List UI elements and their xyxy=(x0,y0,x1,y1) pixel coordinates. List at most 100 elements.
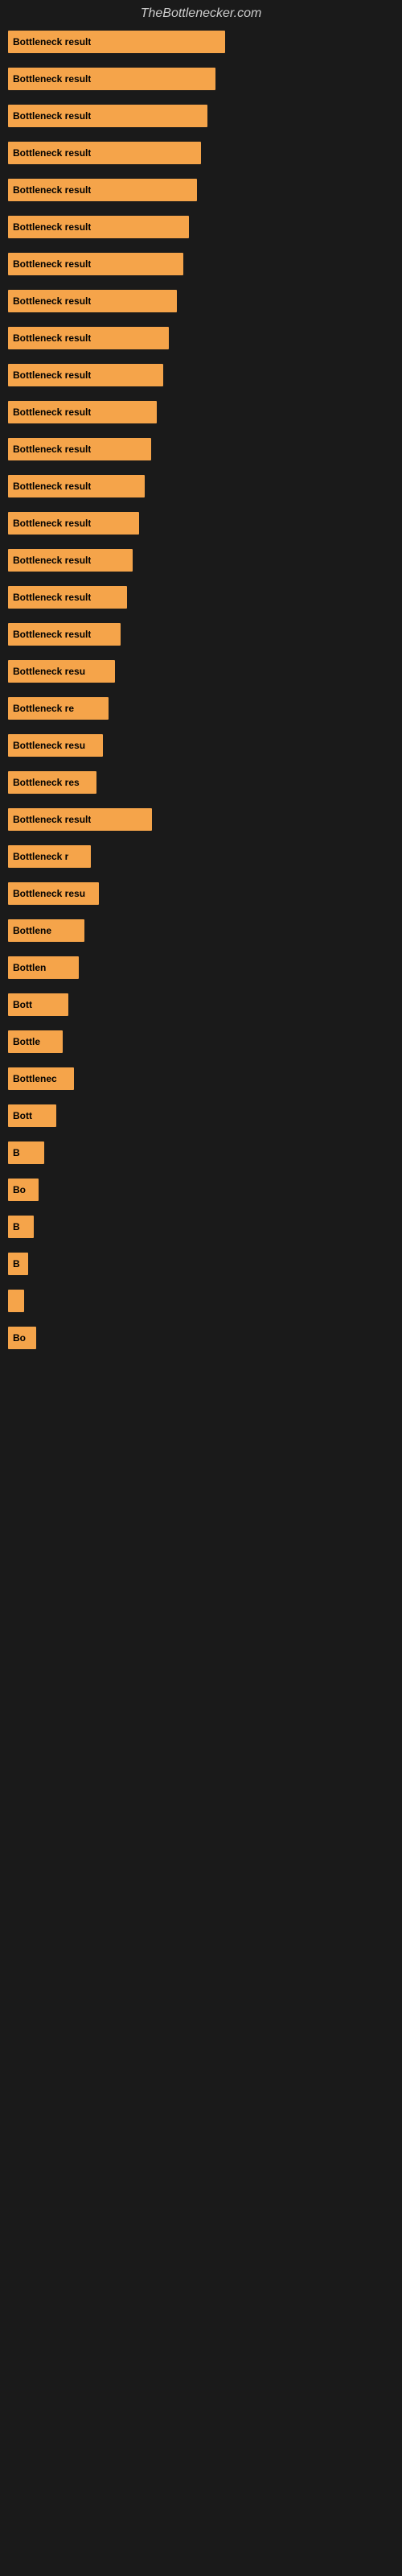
bar-item: Bottleneck r xyxy=(8,845,91,868)
bar-label: Bottleneck re xyxy=(13,703,74,714)
bar-item: Bott xyxy=(8,1104,56,1127)
bar-item xyxy=(8,1290,24,1312)
bar-row: Bott xyxy=(8,1104,394,1127)
bar-row: Bottleneck result xyxy=(8,401,394,423)
bar-label: Bottleneck res xyxy=(13,777,80,788)
bar-row: Bottleneck resu xyxy=(8,734,394,757)
bar-item: Bottleneck result xyxy=(8,364,163,386)
bar-item: Bottleneck result xyxy=(8,623,121,646)
bar-label: Bottleneck result xyxy=(13,147,91,159)
bar-item: Bo xyxy=(8,1179,39,1201)
bar-row: B xyxy=(8,1253,394,1275)
bar-row: Bottlenec xyxy=(8,1067,394,1090)
bar-row: Bottleneck resu xyxy=(8,660,394,683)
bar-item: Bottleneck result xyxy=(8,401,157,423)
bar-item: Bottlene xyxy=(8,919,84,942)
bar-item: Bottleneck result xyxy=(8,327,169,349)
bar-label: Bottleneck result xyxy=(13,369,91,381)
bar-label: Bottleneck result xyxy=(13,444,91,455)
bar-item: Bottleneck result xyxy=(8,253,183,275)
bar-item: Bottleneck result xyxy=(8,31,225,53)
bar-item: Bottlen xyxy=(8,956,79,979)
bar-label: Bottleneck result xyxy=(13,518,91,529)
bar-row: Bottleneck result xyxy=(8,253,394,275)
bar-row: Bottleneck result xyxy=(8,623,394,646)
bar-label: B xyxy=(13,1147,20,1158)
bar-item: Bottlenec xyxy=(8,1067,74,1090)
bar-row: Bottleneck result xyxy=(8,31,394,53)
bars-container: Bottleneck result Bottleneck result Bottle… xyxy=(0,31,402,1364)
bar-row: Bottleneck result xyxy=(8,808,394,831)
bar-row: Bo xyxy=(8,1327,394,1349)
bar-row: Bottleneck result xyxy=(8,68,394,90)
bar-row: Bottleneck result xyxy=(8,142,394,164)
bar-row: Bottle xyxy=(8,1030,394,1053)
bar-item: Bottleneck result xyxy=(8,549,133,572)
bar-row: Bottleneck result xyxy=(8,179,394,201)
bar-row: B xyxy=(8,1141,394,1164)
bar-label: Bottleneck result xyxy=(13,295,91,307)
bar-label: Bottlenec xyxy=(13,1073,57,1084)
bar-label: Bottleneck result xyxy=(13,73,91,85)
bar-item: Bottleneck result xyxy=(8,438,151,460)
bar-row: Bott xyxy=(8,993,394,1016)
bar-label: B xyxy=(13,1258,20,1269)
bar-row: Bo xyxy=(8,1179,394,1201)
site-title: TheBottlenecker.com xyxy=(0,0,402,31)
bar-label: Bottleneck result xyxy=(13,555,91,566)
bar-item: B xyxy=(8,1253,28,1275)
bar-item: Bott xyxy=(8,993,68,1016)
bar-row: Bottleneck r xyxy=(8,845,394,868)
bar-label: Bo xyxy=(13,1332,26,1344)
bar-label: Bottleneck resu xyxy=(13,888,85,899)
bar-row: Bottleneck result xyxy=(8,327,394,349)
bar-item: Bottleneck res xyxy=(8,771,96,794)
bar-item: Bottleneck result xyxy=(8,68,215,90)
bar-label: Bottleneck result xyxy=(13,407,91,418)
bar-label: Bottlen xyxy=(13,962,46,973)
bar-label: Bottleneck result xyxy=(13,36,91,47)
bar-row xyxy=(8,1290,394,1312)
bar-item: Bottleneck result xyxy=(8,808,152,831)
bar-item: Bottleneck result xyxy=(8,475,145,497)
bar-label: Bott xyxy=(13,1110,32,1121)
bar-label: Bottle xyxy=(13,1036,40,1047)
bar-label: Bottleneck result xyxy=(13,814,91,825)
bar-label: Bottleneck result xyxy=(13,332,91,344)
bar-label: Bottlene xyxy=(13,925,51,936)
bar-row: Bottlene xyxy=(8,919,394,942)
bar-row: Bottleneck result xyxy=(8,105,394,127)
bar-row: Bottleneck result xyxy=(8,512,394,535)
bar-row: Bottlen xyxy=(8,956,394,979)
bar-item: Bottleneck result xyxy=(8,512,139,535)
bar-item: Bottleneck result xyxy=(8,290,177,312)
bar-item: Bottleneck result xyxy=(8,179,197,201)
bar-label: Bott xyxy=(13,999,32,1010)
bar-label: Bottleneck result xyxy=(13,110,91,122)
bar-item: Bottleneck result xyxy=(8,586,127,609)
bar-label: Bottleneck resu xyxy=(13,740,85,751)
bar-item: Bottleneck resu xyxy=(8,734,103,757)
bar-item: Bottleneck resu xyxy=(8,882,99,905)
bar-label: Bottleneck result xyxy=(13,258,91,270)
bar-row: Bottleneck result xyxy=(8,216,394,238)
bar-row: Bottleneck result xyxy=(8,475,394,497)
bar-item: Bottleneck re xyxy=(8,697,109,720)
bar-label: B xyxy=(13,1221,20,1232)
bar-item: B xyxy=(8,1141,44,1164)
bar-row: Bottleneck result xyxy=(8,586,394,609)
bar-row: B xyxy=(8,1216,394,1238)
bar-row: Bottleneck result xyxy=(8,438,394,460)
bar-label: Bottleneck resu xyxy=(13,666,85,677)
bar-row: Bottleneck result xyxy=(8,549,394,572)
bar-item: Bottleneck result xyxy=(8,216,189,238)
bar-item: Bo xyxy=(8,1327,36,1349)
bar-item: Bottleneck resu xyxy=(8,660,115,683)
bar-label: Bo xyxy=(13,1184,26,1195)
bar-item: Bottleneck result xyxy=(8,142,201,164)
bar-label: Bottleneck result xyxy=(13,221,91,233)
bar-item: Bottleneck result xyxy=(8,105,207,127)
bar-label: Bottleneck r xyxy=(13,851,68,862)
bar-label: Bottleneck result xyxy=(13,184,91,196)
bar-row: Bottleneck re xyxy=(8,697,394,720)
